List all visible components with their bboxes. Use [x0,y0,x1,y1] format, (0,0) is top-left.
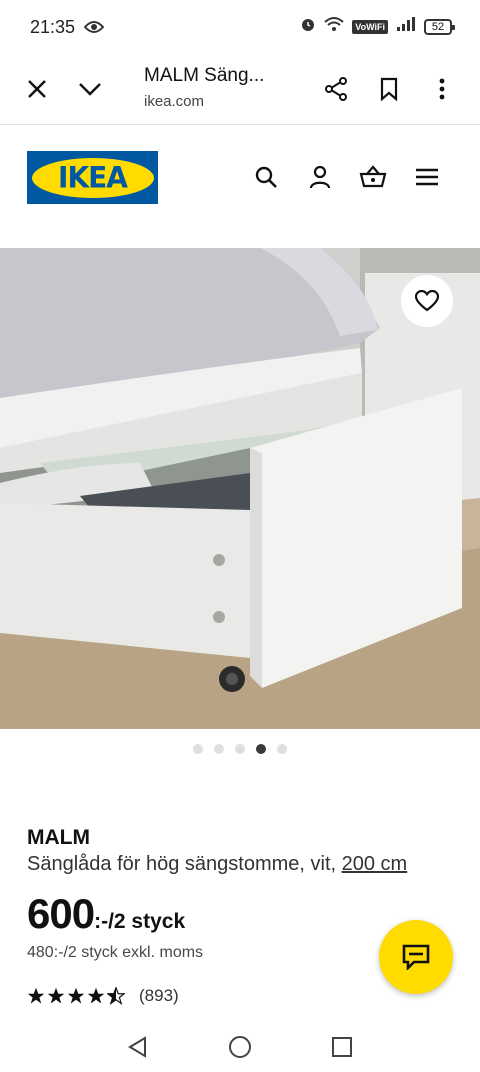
product-description: Sänglåda för hög sängstomme, vit, 200 cm [27,853,407,876]
ikea-logo[interactable]: IKEA [27,151,158,204]
share-button[interactable] [319,72,353,106]
more-vert-icon [439,78,445,100]
rating-stars [27,987,125,1005]
status-bar: 21:35 VoWiFi 52 [0,0,480,54]
vowifi-badge: VoWiFi [352,19,388,34]
carousel-dot-active[interactable] [256,744,266,754]
page-url: ikea.com [144,93,205,110]
account-button[interactable] [306,163,334,191]
eye-icon [83,20,105,39]
star-icon [27,987,45,1004]
search-icon [255,166,277,188]
product-description-text: Sänglåda för hög sängstomme, vit, [27,853,337,875]
signal-icon [396,16,416,37]
product-price: 600:-/2 styck [27,890,185,938]
logo-text: IKEA [58,160,128,195]
shopping-basket-icon [359,165,387,188]
home-circle-icon [229,1036,251,1058]
alarm-icon [300,16,316,37]
favorite-button[interactable] [401,275,453,327]
product-rating[interactable]: (893) [27,986,179,1006]
collapse-button[interactable] [73,72,107,106]
menu-button[interactable] [413,163,441,191]
carousel-dot[interactable] [235,744,245,754]
close-icon [28,80,46,98]
carousel-dot[interactable] [277,744,287,754]
chevron-down-icon [79,83,101,96]
back-button[interactable] [125,1034,151,1060]
star-half-icon [107,987,125,1005]
system-navigation-bar [0,1020,480,1072]
star-icon [47,987,65,1004]
logo-oval: IKEA [31,157,154,198]
bookmark-icon [380,77,398,101]
share-icon [325,77,347,101]
site-header: IKEA [0,125,480,247]
star-icon [87,987,105,1004]
status-time: 21:35 [30,17,76,37]
rating-count: (893) [139,986,179,1005]
more-options-button[interactable] [425,72,459,106]
product-image[interactable] [0,248,480,729]
price-excl-vat: 480:-/2 styck exkl. moms [27,944,204,961]
star-icon [67,987,85,1004]
cart-button[interactable] [359,163,387,191]
carousel-dot[interactable] [193,744,203,754]
recents-square-icon [332,1037,352,1057]
chat-button[interactable] [379,920,453,994]
back-triangle-icon [128,1036,146,1058]
search-button[interactable] [252,163,280,191]
user-icon [309,165,331,189]
battery-level: 52 [431,20,445,33]
product-name: MALM [27,826,90,849]
price-main: 600 [27,890,95,937]
chat-icon [402,944,430,970]
recents-button[interactable] [329,1034,355,1060]
wifi-icon [324,16,344,37]
size-link[interactable]: 200 cm [342,853,408,875]
browser-toolbar: MALM Säng... ikea.com [0,54,480,125]
close-button[interactable] [20,72,54,106]
price-suffix: :-/2 styck [94,910,186,933]
carousel-dot[interactable] [214,744,224,754]
heart-icon [415,290,439,312]
hamburger-menu-icon [416,168,438,186]
carousel-indicator [0,744,480,754]
product-photo [0,248,480,729]
bookmark-button[interactable] [372,72,406,106]
page-title: MALM Säng... [144,65,265,86]
battery-icon: 52 [424,18,455,35]
home-button[interactable] [227,1034,253,1060]
status-icons: VoWiFi 52 [300,16,455,37]
